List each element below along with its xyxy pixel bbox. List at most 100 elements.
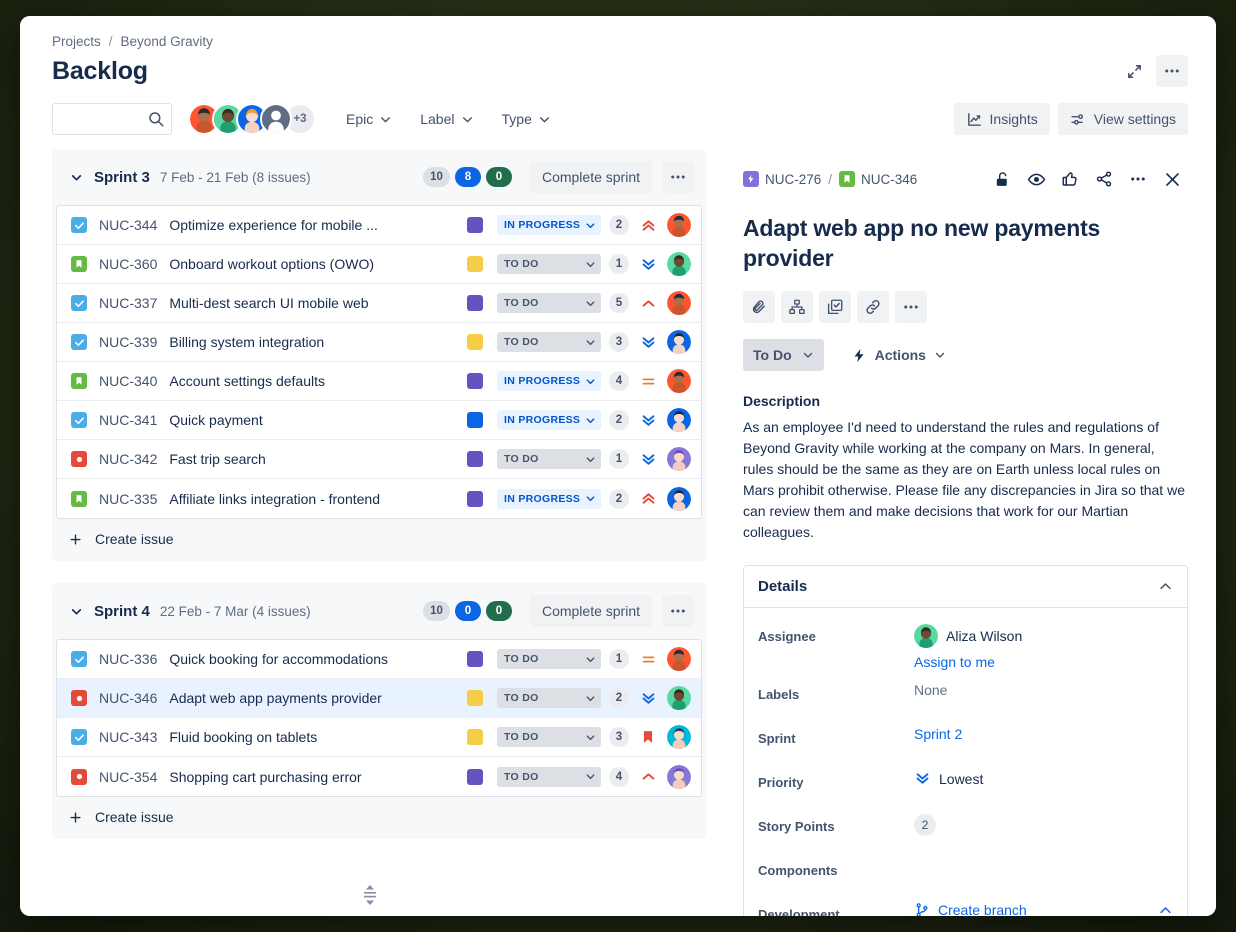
close-panel-button[interactable] [1156,163,1188,195]
count-inprogress[interactable]: 0 [455,601,481,621]
story-points-value[interactable]: 2 [914,814,936,836]
table-row[interactable]: NUC-343 Fluid booking on tablets TO DO 3 [57,718,701,757]
issue-summary[interactable]: Shopping cart purchasing error [169,769,455,785]
issue-summary[interactable]: Adapt web app payments provider [169,690,455,706]
avatar[interactable] [667,447,691,471]
epic-color-swatch[interactable] [467,295,483,311]
table-row[interactable]: NUC-335 Affiliate links integration - fr… [57,479,701,518]
issue-key[interactable]: NUC-337 [99,295,157,311]
story-points-badge[interactable]: 3 [609,332,629,352]
issue-summary[interactable]: Fluid booking on tablets [169,729,455,745]
page-more-button[interactable] [1156,55,1188,87]
table-row[interactable]: NUC-337 Multi-dest search UI mobile web … [57,284,701,323]
avatar-filter-4[interactable] [260,103,292,135]
epic-color-swatch[interactable] [467,412,483,428]
issue-summary[interactable]: Quick payment [169,412,455,428]
story-points-badge[interactable]: 2 [609,688,629,708]
details-card-header[interactable]: Details [744,566,1187,608]
watch-button[interactable] [1020,163,1052,195]
avatar[interactable] [667,765,691,789]
issue-key[interactable]: NUC-339 [99,334,157,350]
collapse-chevron-icon[interactable] [68,169,84,185]
collapse-chevron-icon[interactable] [68,603,84,619]
epic-color-swatch[interactable] [467,256,483,272]
detail-more-button[interactable] [1122,163,1154,195]
count-done[interactable]: 0 [486,167,512,187]
avatar[interactable] [667,369,691,393]
status-chip[interactable]: TO DO [497,293,601,313]
description-text[interactable]: As an employee I'd need to understand th… [743,417,1188,543]
status-chip[interactable]: TO DO [497,649,601,669]
issue-key[interactable]: NUC-344 [99,217,157,233]
issue-key[interactable]: NUC-360 [99,256,157,272]
sprint-more-button[interactable] [662,161,694,193]
issue-status-dropdown[interactable]: To Do [743,339,824,371]
issue-key[interactable]: NUC-343 [99,729,157,745]
epic-color-swatch[interactable] [467,451,483,467]
assignee-value[interactable]: Aliza Wilson [914,624,1173,648]
search-input[interactable] [52,103,172,135]
story-points-badge[interactable]: 4 [609,371,629,391]
count-inprogress[interactable]: 8 [455,167,481,187]
issue-summary[interactable]: Billing system integration [169,334,455,350]
issue-key[interactable]: NUC-346 [99,690,157,706]
issue-summary[interactable]: Optimize experience for mobile ... [169,217,455,233]
issue-key[interactable]: NUC-354 [99,769,157,785]
story-points-badge[interactable]: 4 [609,767,629,787]
lock-button[interactable] [986,163,1018,195]
epic-color-swatch[interactable] [467,373,483,389]
avatar[interactable] [667,408,691,432]
status-chip[interactable]: TO DO [497,727,601,747]
epic-color-swatch[interactable] [467,690,483,706]
issue-summary[interactable]: Account settings defaults [169,373,455,389]
epic-color-swatch[interactable] [467,769,483,785]
table-row[interactable]: NUC-342 Fast trip search TO DO 1 [57,440,701,479]
assign-to-me-link[interactable]: Assign to me [914,654,995,670]
issue-key[interactable]: NUC-342 [99,451,157,467]
issue-summary[interactable]: Affiliate links integration - frontend [169,491,455,507]
actions-dropdown[interactable]: Actions [842,339,956,371]
more-options-button[interactable] [895,291,927,323]
view-settings-button[interactable]: View settings [1058,103,1188,135]
table-row-selected[interactable]: NUC-346 Adapt web app payments provider … [57,679,701,718]
avatar[interactable] [667,252,691,276]
create-branch-link[interactable]: Create branch [938,902,1027,916]
table-row[interactable]: NUC-339 Billing system integration TO DO… [57,323,701,362]
labels-value[interactable]: None [914,682,1173,698]
status-chip[interactable]: IN PROGRESS [497,371,601,391]
issue-title[interactable]: Adapt web app no new payments provider [743,213,1188,273]
breadcrumb-projects[interactable]: Projects [52,34,101,49]
avatar[interactable] [667,291,691,315]
create-issue-button[interactable]: Create issue [52,797,706,839]
issue-summary[interactable]: Fast trip search [169,451,455,467]
count-todo[interactable]: 10 [423,601,450,621]
issue-key[interactable]: NUC-341 [99,412,157,428]
avatar[interactable] [667,330,691,354]
table-row[interactable]: NUC-336 Quick booking for accommodations… [57,640,701,679]
sprint-link[interactable]: Sprint 2 [914,726,962,742]
like-button[interactable] [1054,163,1086,195]
count-todo[interactable]: 10 [423,167,450,187]
avatar[interactable] [667,647,691,671]
story-points-badge[interactable]: 2 [609,215,629,235]
insights-button[interactable]: Insights [954,103,1050,135]
status-chip[interactable]: TO DO [497,767,601,787]
story-points-badge[interactable]: 2 [609,410,629,430]
issue-summary[interactable]: Quick booking for accommodations [169,651,455,667]
story-points-badge[interactable]: 2 [609,489,629,509]
breadcrumb-issue[interactable]: NUC-346 [839,171,917,187]
story-points-badge[interactable]: 3 [609,727,629,747]
expand-button[interactable] [1118,55,1150,87]
child-issue-button[interactable] [781,291,813,323]
filter-type[interactable]: Type [494,103,559,135]
status-chip[interactable]: TO DO [497,449,601,469]
breadcrumb-project[interactable]: Beyond Gravity [121,34,213,49]
story-points-badge[interactable]: 5 [609,293,629,313]
sprint-more-button[interactable] [662,595,694,627]
create-issue-button[interactable]: Create issue [52,519,706,561]
table-row[interactable]: NUC-354 Shopping cart purchasing error T… [57,757,701,796]
status-chip[interactable]: IN PROGRESS [497,215,601,235]
epic-color-swatch[interactable] [467,217,483,233]
epic-color-swatch[interactable] [467,491,483,507]
filter-epic[interactable]: Epic [338,103,400,135]
